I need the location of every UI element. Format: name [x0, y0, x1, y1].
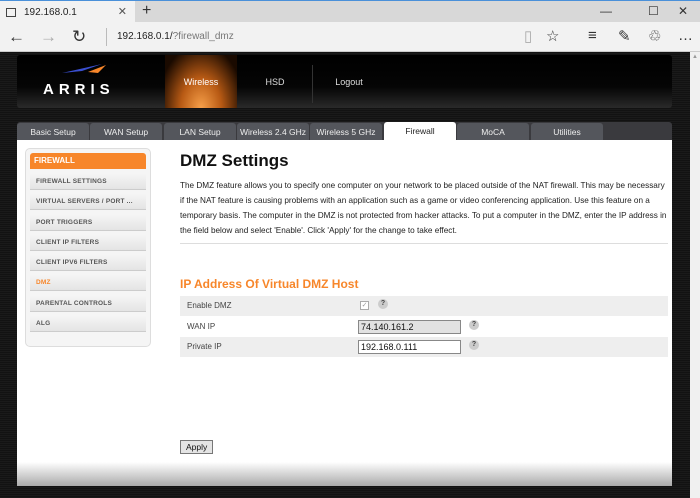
description: The DMZ feature allows you to specify on… — [180, 181, 667, 235]
main-tabs: Basic Setup WAN Setup LAN Setup Wireless… — [17, 122, 672, 140]
help-icon[interactable]: ? — [469, 320, 479, 330]
enable-dmz-row: Enable DMZ ✓ ? — [180, 296, 668, 316]
router-page: ARRIS Wireless HSD Logout Basic Setup WA… — [0, 52, 690, 498]
tab-moca[interactable]: MoCA — [457, 123, 529, 140]
sidebar-title: FIREWALL — [30, 153, 146, 169]
sidebar-item-client-ip-filters[interactable]: CLIENT IP FILTERS — [30, 233, 146, 251]
minimize-button[interactable]: — — [600, 4, 612, 18]
sidebar-item-virtual-servers[interactable]: VIRTUAL SERVERS / PORT ... — [30, 193, 146, 211]
scrollbar[interactable] — [690, 52, 700, 498]
private-ip-row: Private IP 192.168.0.111 ? — [180, 337, 668, 357]
nav-wireless[interactable]: Wireless — [165, 55, 237, 108]
help-icon[interactable]: ? — [378, 299, 388, 309]
sidebar-item-dmz[interactable]: DMZ — [30, 274, 146, 292]
sidebar-item-port-triggers[interactable]: PORT TRIGGERS — [30, 213, 146, 231]
more-icon[interactable]: … — [678, 27, 693, 44]
tab-lan-setup[interactable]: LAN Setup — [164, 123, 236, 140]
tab-utilities[interactable]: Utilities — [531, 123, 603, 140]
wan-ip-label: WAN IP — [187, 322, 216, 331]
content-panel: FIREWALL FIREWALL SETTINGS VIRTUAL SERVE… — [17, 140, 672, 470]
sidebar: FIREWALL FIREWALL SETTINGS VIRTUAL SERVE… — [25, 148, 151, 347]
nav-hsd[interactable]: HSD — [239, 55, 311, 108]
router-header: ARRIS Wireless HSD Logout — [17, 55, 672, 108]
favorite-star-icon[interactable]: ☆ — [546, 27, 559, 45]
back-icon[interactable]: ← — [8, 27, 25, 47]
page-footer — [17, 462, 672, 486]
maximize-button[interactable]: ☐ — [648, 4, 659, 18]
arris-logo: ARRIS — [43, 81, 115, 98]
share-icon[interactable]: ♲ — [648, 27, 661, 45]
address-bar: ← → ↻ 192.168.0.1/?firewall_dmz ▯ ☆ ≡ ✎ … — [0, 22, 700, 52]
url-path: ?firewall_dmz — [172, 31, 234, 42]
sidebar-item-client-ipv6-filters[interactable]: CLIENT IPV6 FILTERS — [30, 254, 146, 272]
web-note-icon[interactable]: ✎ — [618, 27, 631, 45]
page-title: DMZ Settings — [180, 151, 289, 170]
hub-icon[interactable]: ≡ — [588, 27, 597, 44]
wan-ip-field: 74.140.161.2 — [358, 320, 461, 334]
close-tab-icon[interactable]: ✕ — [118, 5, 127, 18]
apply-button[interactable]: Apply — [180, 440, 214, 454]
page-icon — [6, 7, 16, 17]
forward-icon[interactable]: → — [40, 27, 57, 47]
browser-tab[interactable]: 192.168.0.1 ✕ — [0, 1, 135, 23]
help-icon[interactable]: ? — [469, 340, 479, 350]
tab-firewall[interactable]: Firewall — [384, 122, 456, 140]
nav-logout[interactable]: Logout — [313, 55, 385, 108]
refresh-icon[interactable]: ↻ — [72, 27, 86, 47]
sidebar-item-parental-controls[interactable]: PARENTAL CONTROLS — [30, 294, 146, 312]
wan-ip-row: WAN IP 74.140.161.2 ? — [180, 317, 668, 337]
tab-wireless-24[interactable]: Wireless 2.4 GHz — [237, 123, 309, 140]
new-tab-button[interactable]: + — [142, 2, 151, 20]
section-title: IP Address Of Virtual DMZ Host — [180, 277, 359, 291]
tab-wireless-5[interactable]: Wireless 5 GHz — [310, 123, 382, 140]
browser-tab-bar: 192.168.0.1 ✕ + — ☐ ✕ — [0, 0, 700, 23]
url-host: 192.168.0.1/ — [117, 31, 173, 42]
arris-logo-swoosh — [62, 64, 106, 73]
tab-basic-setup[interactable]: Basic Setup — [17, 123, 89, 140]
close-window-button[interactable]: ✕ — [678, 4, 688, 18]
private-ip-input[interactable]: 192.168.0.111 — [358, 340, 461, 354]
private-ip-label: Private IP — [187, 342, 222, 351]
sidebar-item-alg[interactable]: ALG — [30, 315, 146, 333]
divider — [180, 243, 668, 244]
enable-dmz-label: Enable DMZ — [187, 301, 232, 310]
url-field[interactable]: 192.168.0.1/?firewall_dmz — [106, 28, 234, 46]
sidebar-item-firewall-settings[interactable]: FIREWALL SETTINGS — [30, 173, 146, 190]
reading-view-icon[interactable]: ▯ — [524, 27, 532, 45]
tab-title: 192.168.0.1 — [24, 6, 77, 18]
tab-wan-setup[interactable]: WAN Setup — [90, 123, 162, 140]
enable-dmz-checkbox[interactable]: ✓ — [360, 301, 369, 310]
